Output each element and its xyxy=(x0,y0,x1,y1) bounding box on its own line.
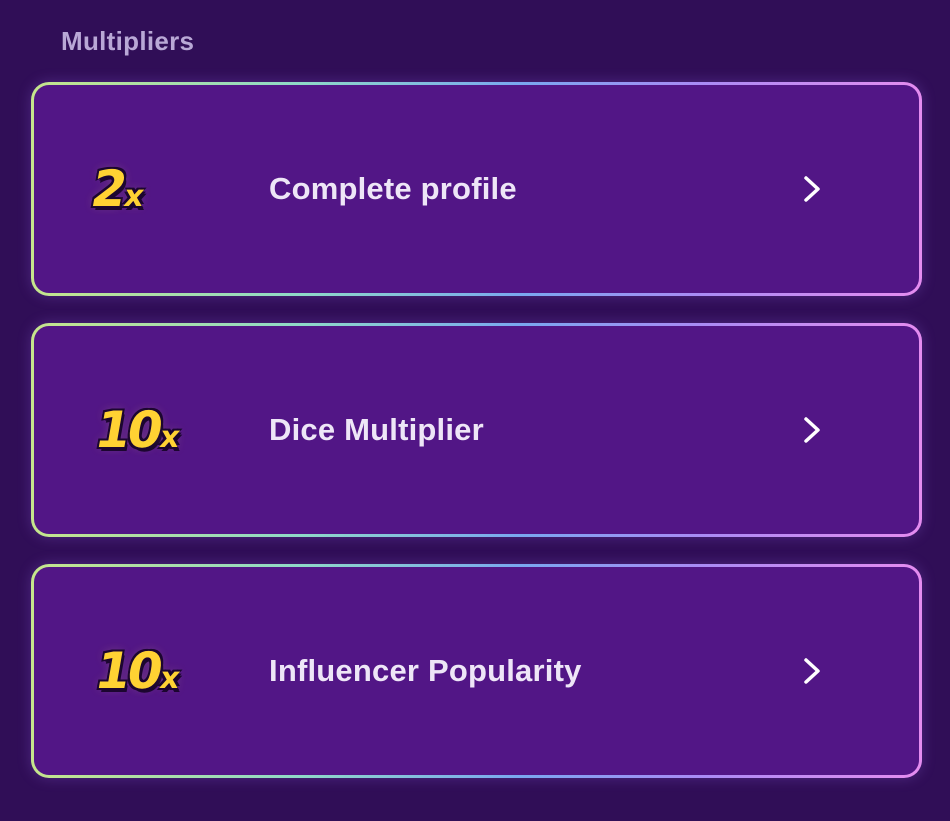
multiplier-suffix: x xyxy=(157,661,183,696)
multiplier-suffix: x xyxy=(121,179,147,214)
multiplier-value: 10 xyxy=(90,401,165,459)
card-label: Complete profile xyxy=(269,171,517,206)
multiplier-badge: 10x xyxy=(91,642,186,700)
multiplier-suffix: x xyxy=(157,420,183,455)
multiplier-list: 2x Complete profile 10x Dice Multiplier … xyxy=(31,82,922,778)
chevron-right-icon[interactable] xyxy=(803,657,821,685)
multiplier-badge: 2x xyxy=(87,160,150,218)
chevron-right-icon[interactable] xyxy=(803,416,821,444)
card-label: Dice Multiplier xyxy=(269,412,484,447)
card-label: Influencer Popularity xyxy=(269,653,582,688)
card-body: 2x Complete profile xyxy=(34,85,919,293)
multiplier-card-complete-profile[interactable]: 2x Complete profile xyxy=(31,82,922,296)
multiplier-badge: 10x xyxy=(91,401,186,459)
multiplier-card-dice-multiplier[interactable]: 10x Dice Multiplier xyxy=(31,323,922,537)
card-body: 10x Influencer Popularity xyxy=(34,567,919,775)
chevron-right-icon[interactable] xyxy=(803,175,821,203)
section-title: Multipliers xyxy=(61,26,195,56)
multiplier-value: 10 xyxy=(90,642,165,700)
multiplier-card-influencer-popularity[interactable]: 10x Influencer Popularity xyxy=(31,564,922,778)
card-body: 10x Dice Multiplier xyxy=(34,326,919,534)
